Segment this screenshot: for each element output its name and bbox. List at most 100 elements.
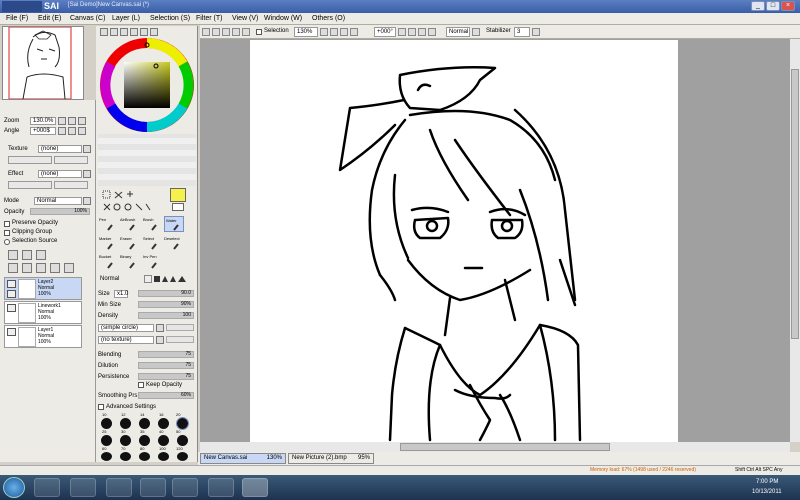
zoom-fit-icon[interactable] xyxy=(350,28,358,36)
tool-pen[interactable]: Pen xyxy=(99,217,106,222)
rgb-slider-tab-icon[interactable] xyxy=(110,28,118,36)
dropdown-icon[interactable] xyxy=(156,324,164,332)
brush-preset[interactable] xyxy=(177,452,188,461)
toolbar-icon[interactable] xyxy=(232,28,240,36)
brush-preset[interactable] xyxy=(101,452,112,461)
tool-brush[interactable]: Brush xyxy=(143,217,153,222)
menu-filter[interactable]: Filter (T) xyxy=(196,15,222,22)
menu-file[interactable]: File (F) xyxy=(6,15,28,22)
zoom-in-icon[interactable] xyxy=(68,117,76,125)
brush-shape-select[interactable]: (simple circle) xyxy=(98,324,154,332)
brush-shape-icon[interactable] xyxy=(170,276,176,282)
brush-shape-icon[interactable] xyxy=(162,276,168,282)
toolbar-icon[interactable] xyxy=(202,28,210,36)
min-size-slider[interactable]: 90% xyxy=(138,301,194,308)
color-wheel-tab-icon[interactable] xyxy=(100,28,108,36)
density-slider[interactable]: 100 xyxy=(138,312,194,319)
document-tab[interactable]: New Picture (2).bmp 95% xyxy=(288,453,374,464)
tool-marker[interactable]: Marker xyxy=(99,236,111,241)
tool-bucket[interactable]: Bucket xyxy=(99,254,111,259)
close-button[interactable]: × xyxy=(781,1,795,11)
swatch-tab-icon[interactable] xyxy=(140,28,148,36)
brush-preset[interactable] xyxy=(177,435,188,446)
horizontal-scrollbar[interactable] xyxy=(200,442,790,452)
new-linework-icon[interactable] xyxy=(22,250,32,260)
tool-deselect[interactable]: Deselect xyxy=(164,236,180,241)
maximize-button[interactable]: □ xyxy=(766,1,780,11)
angle-value[interactable]: +000$ xyxy=(30,127,56,135)
texture-select[interactable]: (none) xyxy=(38,145,82,153)
smoothing-slider[interactable]: 60% xyxy=(138,392,194,399)
advanced-settings-checkbox[interactable] xyxy=(98,404,104,410)
persistence-slider[interactable]: 75 xyxy=(138,373,194,380)
rotate-right-icon[interactable] xyxy=(68,127,76,135)
layer-item[interactable]: Linework1 Normal 100% xyxy=(4,301,82,324)
scratch-pad[interactable] xyxy=(98,134,196,186)
rotate-reset-icon[interactable] xyxy=(418,28,426,36)
rotation-field[interactable]: +000° xyxy=(374,27,396,37)
vertical-scroll-thumb[interactable] xyxy=(791,69,799,339)
pen-lock-icon[interactable] xyxy=(7,290,16,298)
size-multiplier[interactable]: x1.0 xyxy=(114,290,128,298)
selection-source-checkbox[interactable] xyxy=(4,239,10,245)
selection-checkbox[interactable] xyxy=(256,29,262,35)
drawing-canvas[interactable] xyxy=(250,40,678,442)
brush-preset[interactable] xyxy=(139,418,150,429)
brush-shape-square-icon[interactable] xyxy=(144,275,152,283)
texture-options-icon[interactable] xyxy=(83,145,91,153)
start-button[interactable] xyxy=(3,477,25,498)
minimize-button[interactable]: _ xyxy=(751,1,765,11)
brush-shape-icon[interactable] xyxy=(178,276,186,282)
firefox-icon[interactable] xyxy=(106,478,132,497)
navigator-preview[interactable] xyxy=(2,26,84,100)
flip-icon[interactable] xyxy=(428,28,436,36)
document-tab-active[interactable]: New Canvas.sai 130% xyxy=(200,453,286,464)
opacity-slider[interactable]: 100% xyxy=(30,208,90,215)
skype-icon[interactable] xyxy=(208,478,234,497)
menu-view[interactable]: View (V) xyxy=(232,15,258,22)
dilution-slider[interactable]: 75 xyxy=(138,362,194,369)
brush-texture-select[interactable]: (no texture) xyxy=(98,336,154,344)
stabilizer-field[interactable]: 3 xyxy=(514,27,530,37)
layer-item[interactable]: Layer1 Normal 100% xyxy=(4,325,82,348)
eye-icon[interactable] xyxy=(7,304,16,312)
zoom-fit-icon[interactable] xyxy=(78,117,86,125)
eye-icon[interactable] xyxy=(7,328,16,336)
clipping-group-checkbox[interactable] xyxy=(4,230,10,236)
preserve-opacity-checkbox[interactable] xyxy=(4,221,10,227)
tool-inv-pen[interactable]: Inv Pen xyxy=(143,254,157,259)
explorer-icon[interactable] xyxy=(34,478,60,497)
secondary-color-swatch[interactable] xyxy=(172,203,184,211)
brush-preset[interactable] xyxy=(120,435,131,446)
tool-eraser[interactable]: Eraser xyxy=(120,236,132,241)
menu-selection[interactable]: Selection (S) xyxy=(150,15,190,22)
palette-tab-icon[interactable] xyxy=(130,28,138,36)
brush-preset[interactable] xyxy=(120,452,131,461)
stabilizer-dropdown-icon[interactable] xyxy=(532,28,540,36)
rotate-reset-icon[interactable] xyxy=(78,127,86,135)
effect-select[interactable]: (none) xyxy=(38,170,82,178)
effect-options-icon[interactable] xyxy=(83,170,91,178)
menu-others[interactable]: Others (O) xyxy=(312,15,345,22)
system-tray[interactable] xyxy=(706,481,742,493)
new-folder-icon[interactable] xyxy=(36,250,46,260)
brush-preset[interactable] xyxy=(158,418,169,429)
hsv-slider-tab-icon[interactable] xyxy=(120,28,128,36)
media-player-icon[interactable] xyxy=(70,478,96,497)
mode-field[interactable]: Normal xyxy=(446,27,470,37)
menu-layer[interactable]: Layer (L) xyxy=(112,15,140,22)
tool-binary[interactable]: Binary xyxy=(120,254,131,259)
rotate-right-icon[interactable] xyxy=(408,28,416,36)
primary-color-swatch[interactable] xyxy=(170,188,186,202)
folder-icon[interactable] xyxy=(140,478,166,497)
toolbar-icon[interactable] xyxy=(222,28,230,36)
zoom-reset-icon[interactable] xyxy=(340,28,348,36)
zoom-value[interactable]: 130.0% xyxy=(30,117,56,125)
brush-preset[interactable] xyxy=(158,452,169,461)
blend-mode-dropdown-icon[interactable] xyxy=(83,197,91,205)
brush-shape-icon[interactable] xyxy=(154,276,160,282)
scratchpad-tab-icon[interactable] xyxy=(150,28,158,36)
brush-preset[interactable] xyxy=(101,435,112,446)
menu-window[interactable]: Window (W) xyxy=(264,15,302,22)
delete-layer-icon[interactable] xyxy=(50,263,60,273)
